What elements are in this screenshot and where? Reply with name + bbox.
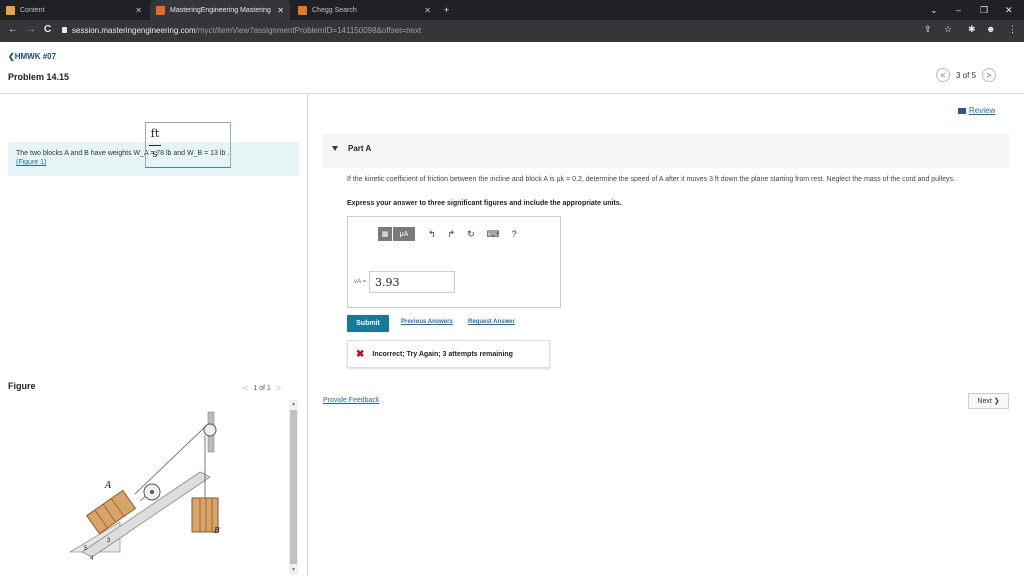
- prev-problem-button[interactable]: <: [936, 68, 950, 82]
- forward-icon[interactable]: →: [26, 24, 36, 35]
- scroll-down-icon[interactable]: ▼: [291, 567, 296, 573]
- prev-figure-button[interactable]: <: [243, 383, 248, 393]
- back-icon[interactable]: ←: [8, 24, 18, 35]
- redo-icon[interactable]: ↱: [448, 229, 456, 240]
- problem-pager-text: 3 of 5: [956, 70, 977, 80]
- mastering-favicon-icon: [156, 5, 165, 15]
- provide-feedback-link[interactable]: Provide Feedback: [323, 397, 379, 404]
- tab-content[interactable]: Content ✕: [0, 0, 148, 20]
- close-tab-icon[interactable]: ✕: [424, 6, 431, 15]
- answer-editor: ▦ μA ↰ ↱ ↻ ⌨ ? vA = 3.93: [347, 216, 561, 308]
- reset-icon[interactable]: ↻: [467, 229, 475, 240]
- keyboard-icon[interactable]: ⌨: [487, 229, 500, 240]
- units-button[interactable]: μA: [393, 227, 415, 241]
- pulley-hub: [150, 490, 154, 494]
- feedback-message: ✖ Incorrect; Try Again; 3 attempts remai…: [347, 340, 550, 368]
- submit-button[interactable]: Submit: [347, 315, 389, 332]
- next-button[interactable]: Next ❯: [968, 393, 1009, 409]
- lock-icon: [62, 27, 67, 33]
- close-tab-icon[interactable]: ✕: [135, 6, 142, 15]
- profile-avatar-icon[interactable]: ☻: [986, 24, 995, 34]
- next-figure-button[interactable]: >: [276, 383, 281, 393]
- figure-scrollbar[interactable]: ▲ ▼: [289, 400, 298, 574]
- help-icon[interactable]: ?: [512, 229, 517, 239]
- answer-value-input[interactable]: 3.93: [368, 271, 455, 293]
- tab-mastering[interactable]: MasteringEngineering Mastering ✕: [150, 0, 290, 20]
- editor-toolbar: ▦ μA ↰ ↱ ↻ ⌨ ?: [378, 227, 517, 241]
- figure-title: Figure: [8, 381, 36, 391]
- figure-link[interactable]: (Figure 1): [16, 159, 46, 166]
- close-window-icon[interactable]: ✕: [1005, 0, 1013, 20]
- scrollbar-thumb[interactable]: [290, 410, 297, 564]
- extensions-icon[interactable]: ✱: [968, 24, 976, 35]
- new-tab-button[interactable]: +: [444, 0, 449, 20]
- browser-tab-bar: Content ✕ MasteringEngineering Mastering…: [0, 0, 1024, 20]
- url-host: session.masteringengineering.com: [72, 26, 196, 35]
- collapse-triangle-icon: [332, 146, 338, 151]
- unit-input[interactable]: ft s: [145, 122, 231, 168]
- templates-button[interactable]: ▦: [378, 227, 392, 241]
- answer-row: vA = 3.93: [354, 271, 455, 293]
- url-field[interactable]: session.masteringengineering.com/myct/it…: [72, 26, 421, 35]
- block-a-label: A: [104, 481, 112, 491]
- unit-numerator: ft: [150, 127, 160, 140]
- column-divider: [307, 94, 308, 576]
- previous-answers-link[interactable]: Previous Answers: [401, 319, 453, 325]
- incorrect-x-icon: ✖: [356, 348, 365, 360]
- next-problem-button[interactable]: >: [982, 68, 997, 82]
- tab-chegg[interactable]: Chegg Search ✕: [292, 0, 437, 20]
- content-favicon-icon: [6, 5, 15, 15]
- figure-pager-text: 1 of 1: [253, 384, 271, 392]
- review-icon: [958, 107, 966, 114]
- slope-run-label: 4: [90, 556, 94, 562]
- header-divider: [0, 93, 1024, 94]
- restore-icon[interactable]: ❐: [980, 0, 988, 20]
- share-icon[interactable]: ⇪: [924, 24, 932, 35]
- problem-title: Problem 14.15: [8, 72, 70, 82]
- review-link[interactable]: Review: [958, 106, 995, 115]
- scroll-up-icon[interactable]: ▲: [291, 401, 296, 407]
- assignment-label: HMWK #07: [14, 52, 57, 61]
- page-content: ❮HMWK #07 Problem 14.15 < 3 of 5 > Revie…: [0, 42, 1024, 576]
- tab-search-icon[interactable]: ⌄: [930, 0, 938, 20]
- review-label: Review: [969, 106, 996, 115]
- back-to-assignment-link[interactable]: ❮HMWK #07: [8, 52, 56, 61]
- browser-menu-icon[interactable]: ⋮: [1008, 24, 1017, 35]
- problem-pager: < 3 of 5 >: [936, 68, 997, 82]
- figure-pager: < 1 of 1 >: [238, 383, 286, 393]
- question-text: If the kinetic coefficient of friction b…: [347, 176, 955, 183]
- unit-denominator: s: [152, 149, 158, 160]
- fraction-bar: [149, 145, 161, 146]
- reload-icon[interactable]: C: [44, 24, 51, 35]
- tab-label: MasteringEngineering Mastering: [170, 6, 271, 14]
- minimize-icon[interactable]: –: [956, 0, 961, 20]
- tab-label: Chegg Search: [312, 6, 357, 14]
- url-path: /myct/itemView?assignmentProblemID=14115…: [195, 26, 422, 35]
- answer-instructions: Express your answer to three significant…: [347, 200, 622, 207]
- request-answer-link[interactable]: Request Answer: [468, 319, 515, 325]
- tab-label: Content: [20, 6, 45, 14]
- undo-icon[interactable]: ↰: [428, 229, 436, 240]
- bookmark-star-icon[interactable]: ☆: [944, 24, 952, 35]
- feedback-text: Incorrect; Try Again; 3 attempts remaini…: [372, 350, 513, 358]
- pulley-figure: A B 5 3 4: [68, 411, 220, 562]
- part-a-header[interactable]: Part A: [322, 134, 1009, 168]
- chegg-favicon-icon: [298, 5, 307, 15]
- block-b-label: B: [213, 526, 220, 535]
- close-tab-icon[interactable]: ✕: [277, 6, 284, 15]
- answer-variable-label: vA =: [354, 279, 366, 285]
- part-label: Part A: [348, 144, 372, 153]
